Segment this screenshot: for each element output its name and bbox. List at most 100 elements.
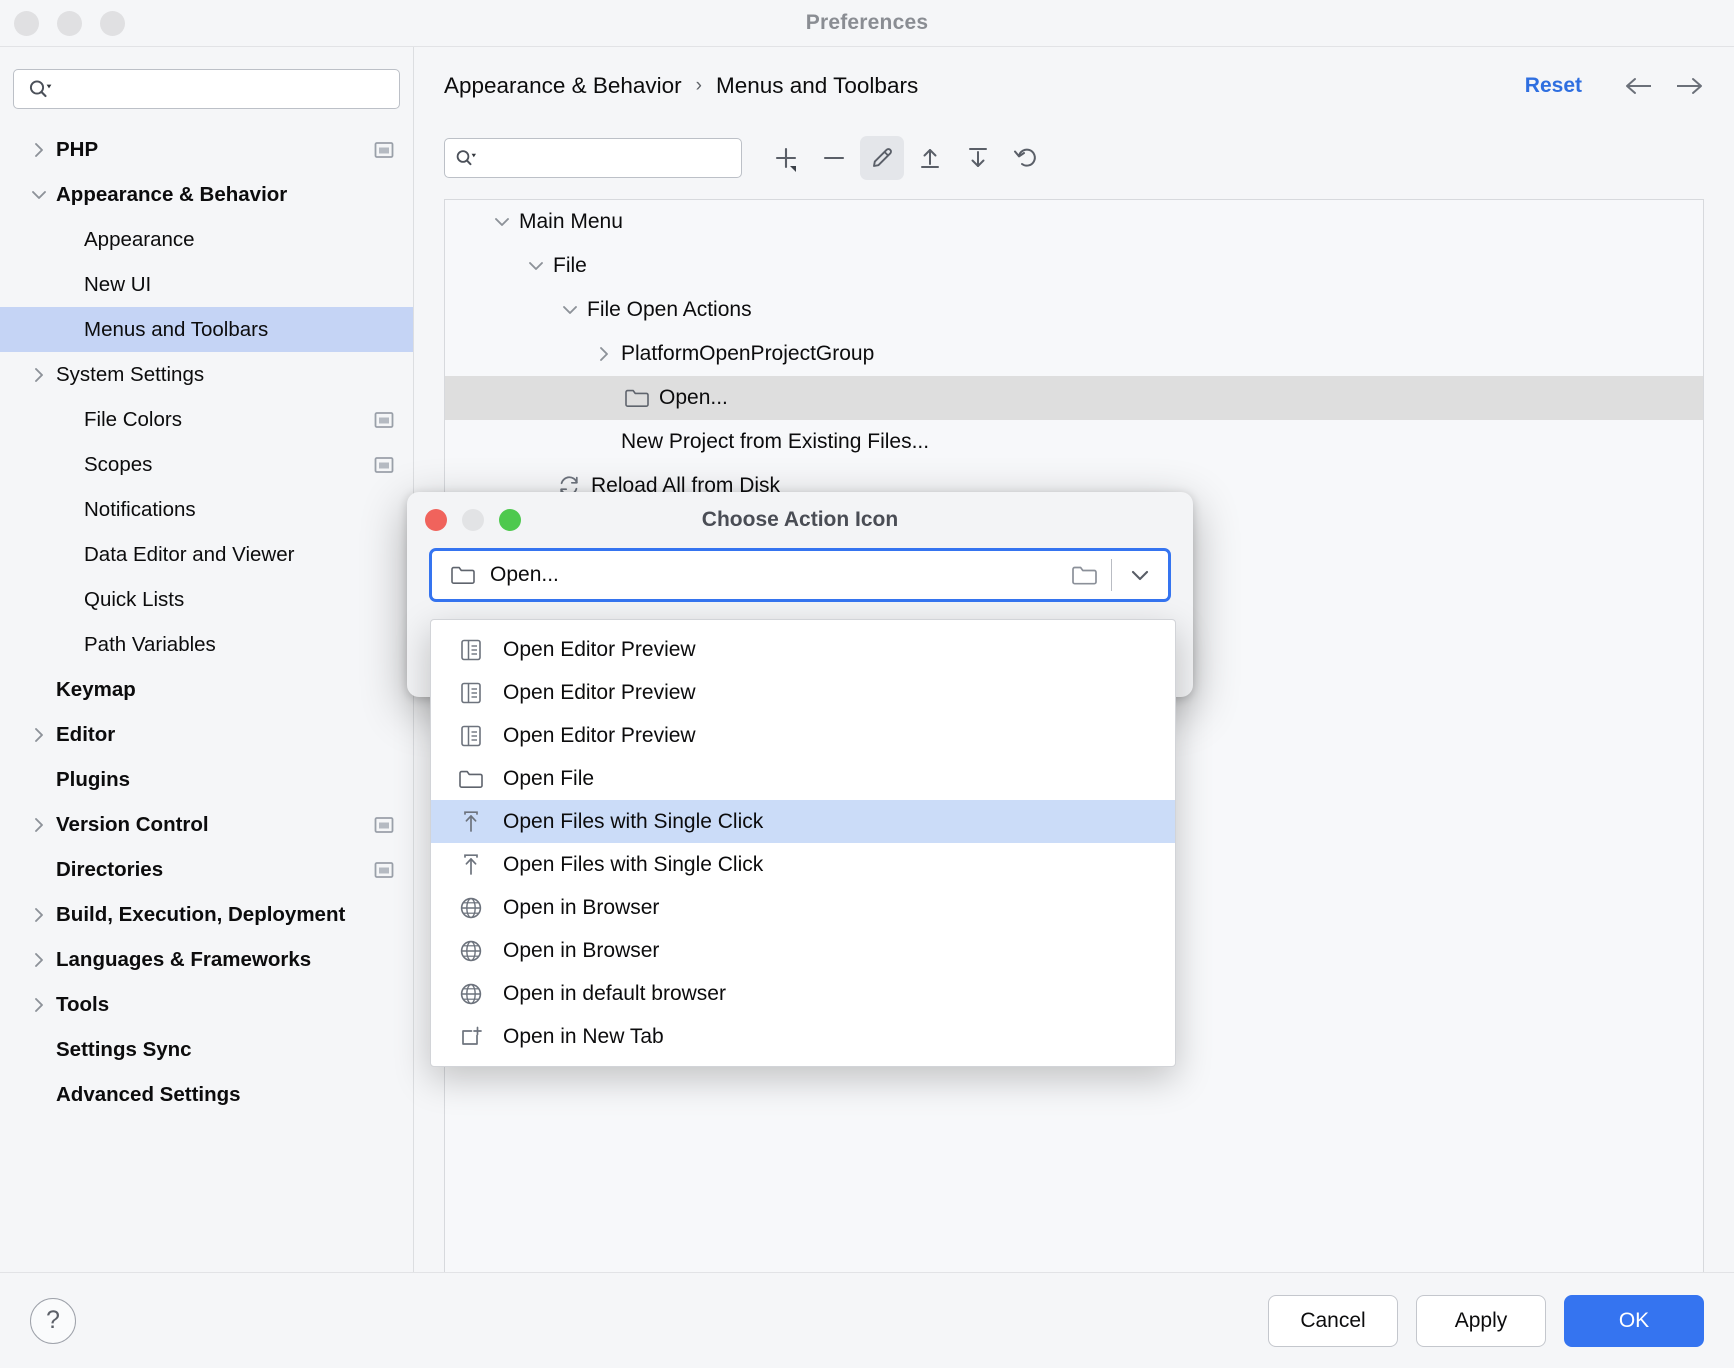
chevron-down-icon[interactable] [485,212,519,232]
sidebar-item-tools[interactable]: Tools [0,982,413,1027]
dropdown-item[interactable]: Open Files with Single Click [431,843,1175,886]
icon-combo-value: Open... [450,563,559,587]
sidebar-item-data-editor-and-viewer[interactable]: Data Editor and Viewer [0,532,413,577]
chevron-down-icon[interactable] [22,185,56,205]
sidebar-item-settings-sync[interactable]: Settings Sync [0,1027,413,1072]
actions-search-input[interactable] [485,149,731,167]
folder-icon [450,564,476,586]
chevron-right-icon[interactable] [22,905,56,925]
add-button[interactable] [764,136,808,180]
dropdown-item[interactable]: Open in Browser [431,886,1175,929]
dropdown-item-label: Open Files with Single Click [503,852,764,876]
breadcrumb-parent[interactable]: Appearance & Behavior [444,73,682,99]
menu-tree-row[interactable]: File [445,244,1703,288]
browse-folder-icon[interactable] [1057,563,1111,587]
move-up-button[interactable] [908,136,952,180]
chevron-right-icon[interactable] [587,344,621,364]
nav-arrows [1624,71,1704,101]
sidebar-item-label: Data Editor and Viewer [84,542,295,566]
dropdown-item[interactable]: Open Editor Preview [431,628,1175,671]
sidebar-item-quick-lists[interactable]: Quick Lists [0,577,413,622]
sidebar-item-keymap[interactable]: Keymap [0,667,413,712]
sidebar-item-appearance[interactable]: Appearance [0,217,413,262]
icon-combo-controls [1057,551,1168,599]
sidebar-item-menus-and-toolbars[interactable]: Menus and Toolbars [0,307,413,352]
sidebar-item-scopes[interactable]: Scopes [0,442,413,487]
globe-icon [453,938,489,964]
restore-button[interactable] [1004,136,1048,180]
dropdown-items: Open Editor Preview Open Editor Preview … [431,628,1175,1058]
chevron-down-icon[interactable] [1112,565,1168,585]
folder-icon [453,768,489,790]
sidebar-item-label: Menus and Toolbars [84,317,269,341]
dropdown-item[interactable]: Open File [431,757,1175,800]
dropdown-item-label: Open in Browser [503,938,660,962]
chevron-right-icon[interactable] [22,815,56,835]
sidebar-item-appearance-behavior[interactable]: Appearance & Behavior [0,172,413,217]
dropdown-item[interactable]: Open in Browser [431,929,1175,972]
sidebar-item-system-settings[interactable]: System Settings [0,352,413,397]
menu-tree-row[interactable]: New Project from Existing Files... [445,420,1703,464]
sidebar-item-label: Tools [56,992,110,1016]
menu-tree-row-label: File [553,254,587,277]
breadcrumb-current: Menus and Toolbars [715,73,919,98]
dropdown-item[interactable]: Open in New Tab [431,1015,1175,1058]
sidebar-item-build-execution-deployment[interactable]: Build, Execution, Deployment [0,892,413,937]
icon-combo-value-label: Open... [490,563,559,586]
editor-preview-icon [453,637,489,663]
icon-combo-box[interactable]: Open... [429,548,1171,602]
chevron-right-icon[interactable] [22,365,56,385]
sidebar-item-plugins[interactable]: Plugins [0,757,413,802]
sidebar-item-path-variables[interactable]: Path Variables [0,622,413,667]
dropdown-item[interactable]: Open in default browser [431,972,1175,1015]
sidebar-item-label: Scopes [84,452,153,476]
menu-tree-row-label: Main Menu [519,210,623,233]
chevron-right-icon[interactable] [22,995,56,1015]
sidebar-item-directories[interactable]: Directories [0,847,413,892]
sidebar-item-version-control[interactable]: Version Control [0,802,413,847]
sidebar-item-advanced-settings[interactable]: Advanced Settings [0,1072,413,1117]
apply-button[interactable]: Apply [1416,1294,1546,1347]
sidebar-item-notifications[interactable]: Notifications [0,487,413,532]
edit-button[interactable] [860,136,904,180]
window-titlebar: Preferences [0,0,1734,46]
menu-tree-row[interactable]: Main Menu [445,200,1703,244]
dropdown-item[interactable]: Open Files with Single Click [431,800,1175,843]
modal-title: Choose Action Icon [701,508,899,531]
new-tab-icon [453,1024,489,1050]
reset-button[interactable]: Reset [1525,74,1582,98]
dropdown-item[interactable]: Open Editor Preview [431,714,1175,757]
help-button[interactable]: ? [30,1297,76,1344]
move-down-button[interactable] [956,136,1000,180]
menu-tree-row[interactable]: File Open Actions [445,288,1703,332]
sidebar-item-label: Plugins [56,767,131,791]
sidebar-tree: PHP Appearance & Behavior Appearance New U… [0,127,413,1272]
sidebar-search-box[interactable] [13,69,400,109]
chevron-right-icon[interactable] [22,950,56,970]
dropdown-item-label: Open Files with Single Click [503,809,764,833]
back-arrow-icon[interactable] [1624,71,1654,101]
sidebar-item-php[interactable]: PHP [0,127,413,172]
chevron-down-icon[interactable] [519,256,553,276]
chevron-right-icon[interactable] [22,725,56,745]
forward-arrow-icon[interactable] [1674,71,1704,101]
chevron-right-icon[interactable] [22,140,56,160]
actions-search-box[interactable] [444,138,742,178]
dropdown-item[interactable]: Open Editor Preview [431,671,1175,714]
sidebar-item-editor[interactable]: Editor [0,712,413,757]
ok-button[interactable]: OK [1564,1294,1704,1347]
sidebar-item-label: File Colors [84,407,182,431]
sidebar-item-languages-frameworks[interactable]: Languages & Frameworks [0,937,413,982]
dialog-footer: ? Cancel Apply OK [0,1272,1734,1368]
menu-tree-row[interactable]: PlatformOpenProjectGroup [445,332,1703,376]
chevron-down-icon[interactable] [553,300,587,320]
sidebar-search-input[interactable] [60,80,391,98]
cancel-button[interactable]: Cancel [1268,1294,1398,1347]
sidebar-item-new-ui[interactable]: New UI [0,262,413,307]
icon-dropdown-list[interactable]: Open Editor Preview Open Editor Preview … [430,619,1176,1067]
menu-tree-row[interactable]: Open... [445,376,1703,420]
remove-button[interactable] [812,136,856,180]
globe-icon [453,981,489,1007]
sidebar-item-file-colors[interactable]: File Colors [0,397,413,442]
menu-tree-row-label: New Project from Existing Files... [621,430,930,453]
